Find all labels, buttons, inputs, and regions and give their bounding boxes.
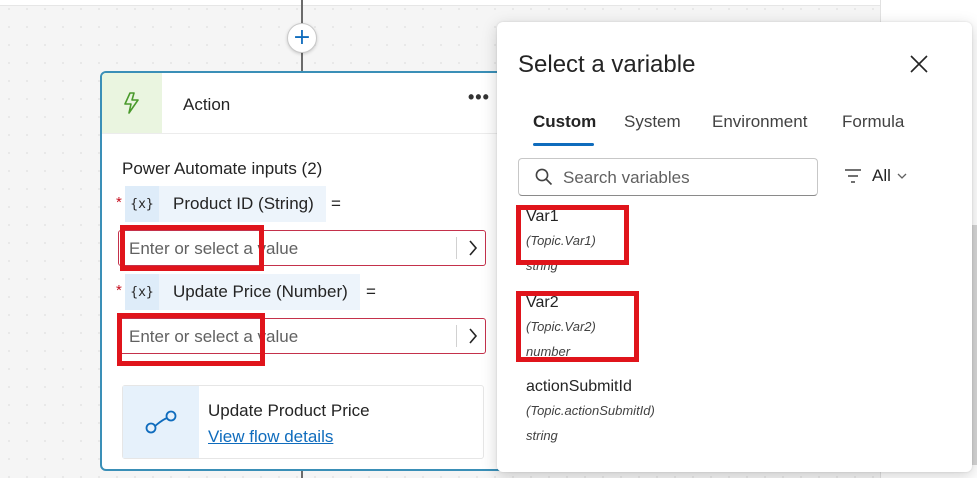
plus-icon: + — [292, 25, 312, 50]
view-flow-details-link[interactable]: View flow details — [208, 427, 333, 447]
search-input[interactable] — [561, 165, 805, 191]
variable-icon: {x} — [130, 196, 154, 212]
flow-reference: Update Product Price View flow details — [122, 385, 484, 459]
required-indicator: * — [116, 282, 122, 299]
input-label: Update Price (Number) — [159, 274, 360, 310]
input-variable-chip: {x} Product ID (String) — [125, 186, 326, 222]
flyout-title: Select a variable — [518, 51, 696, 78]
chevron-right-icon[interactable] — [465, 236, 481, 260]
input-row-update-price: * {x} Update Price (Number) = — [116, 274, 476, 310]
variable-item-actionsubmitid[interactable]: actionSubmitId (Topic.actionSubmitId) st… — [526, 378, 655, 443]
flow-connector-line-bottom — [301, 470, 303, 478]
equals-sign: = — [366, 282, 376, 301]
input-variable-chip: {x} Update Price (Number) — [125, 274, 360, 310]
annotation-highlight — [120, 225, 264, 271]
variable-icon: {x} — [130, 284, 154, 300]
active-tab-indicator — [533, 143, 594, 146]
filter-dropdown[interactable]: All — [844, 166, 907, 186]
action-icon-box — [102, 73, 162, 133]
search-icon — [535, 168, 553, 191]
variable-name: actionSubmitId — [526, 378, 632, 395]
required-indicator: * — [116, 194, 122, 211]
tab-system[interactable]: System — [624, 112, 681, 132]
properties-panel-scrollbar[interactable] — [972, 225, 977, 465]
canvas-top-edge — [0, 0, 880, 6]
input-row-product-id: * {x} Product ID (String) = — [116, 186, 476, 222]
close-icon[interactable] — [906, 51, 932, 77]
tab-custom[interactable]: Custom — [533, 112, 596, 132]
equals-sign: = — [331, 194, 341, 213]
lightning-bolt-icon — [124, 92, 139, 114]
filter-icon — [845, 169, 861, 183]
tab-formula[interactable]: Formula — [842, 112, 904, 132]
action-node-card[interactable]: Action ••• Power Automate inputs (2) * {… — [100, 71, 520, 471]
flow-name: Update Product Price — [208, 401, 370, 420]
add-node-button[interactable]: + — [287, 23, 317, 53]
annotation-highlight — [516, 205, 629, 265]
input-divider — [456, 237, 457, 259]
input-divider — [456, 325, 457, 347]
flow-icon-box — [123, 386, 199, 458]
variable-path: (Topic.actionSubmitId) — [526, 403, 655, 418]
variable-type: string — [526, 428, 558, 443]
more-options-icon[interactable]: ••• — [468, 87, 490, 108]
annotation-highlight — [516, 291, 639, 362]
action-card-title: Action — [183, 95, 231, 114]
chevron-right-icon[interactable] — [465, 324, 481, 348]
power-automate-inputs-heading: Power Automate inputs (2) — [122, 159, 323, 178]
input-label: Product ID (String) — [159, 186, 326, 222]
annotation-highlight — [117, 313, 265, 366]
search-variables-box[interactable] — [518, 158, 818, 196]
action-card-header: Action ••• — [102, 73, 518, 134]
flow-icon — [145, 410, 177, 434]
chevron-down-icon — [897, 173, 907, 179]
tab-environment[interactable]: Environment — [712, 112, 807, 132]
filter-label: All — [872, 166, 891, 185]
